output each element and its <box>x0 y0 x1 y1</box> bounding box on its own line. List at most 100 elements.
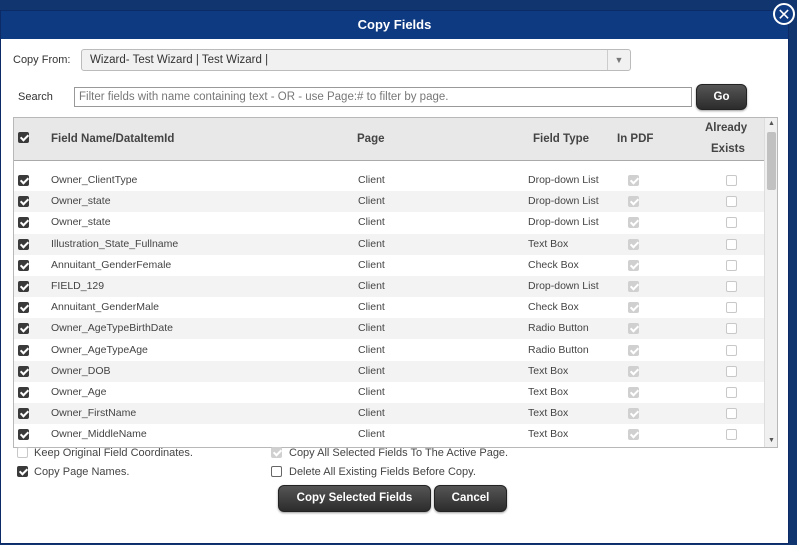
header-field-name[interactable]: Field Name/DataItemId <box>51 133 174 145</box>
row-already-exists-checkbox <box>726 196 737 208</box>
copy-to-active-label: Copy All Selected Fields To The Active P… <box>289 447 509 459</box>
table-scrollbar[interactable]: ▲ ▼ <box>764 118 777 447</box>
scroll-down-icon[interactable]: ▼ <box>765 435 777 447</box>
row-field-type: Text Box <box>528 428 569 441</box>
row-select-checkbox[interactable] <box>18 217 29 229</box>
header-in-pdf[interactable]: In PDF <box>617 133 653 145</box>
row-in-pdf-checkbox <box>628 408 639 420</box>
row-select-checkbox[interactable] <box>18 323 29 335</box>
row-field-name: FIELD_129 <box>51 280 105 292</box>
copy-from-select[interactable]: Wizard- Test Wizard | Test Wizard | ▼ <box>81 49 631 71</box>
row-field-type: Radio Button <box>528 343 589 356</box>
copy-from-value: Wizard- Test Wizard | Test Wizard | <box>90 54 269 66</box>
table-row[interactable]: Owner_AgeTypeBirthDate Client Radio Button <box>14 318 764 340</box>
row-select-checkbox[interactable] <box>18 238 29 250</box>
row-in-pdf-checkbox <box>628 175 639 186</box>
copy-fields-dialog: Copy Fields Copy From: Wizard- Test Wiza… <box>0 10 789 544</box>
table-row[interactable]: Owner_FirstName Client Text Box <box>14 403 764 425</box>
table-row[interactable]: Owner_AgeTypeAge Client Radio Button <box>14 340 764 361</box>
table-row[interactable]: Owner_state Client Drop-down List <box>14 191 764 213</box>
row-already-exists-checkbox <box>726 175 737 186</box>
row-page: Client <box>358 216 385 229</box>
row-page: Client <box>358 364 385 377</box>
row-field-type: Drop-down List <box>528 216 599 229</box>
table-row[interactable]: Owner_MiddleName Client Text Box <box>14 424 764 445</box>
row-select-checkbox[interactable] <box>18 408 29 420</box>
close-icon[interactable]: ✕ <box>773 3 795 25</box>
row-already-exists-checkbox <box>726 365 737 377</box>
row-field-type: Text Box <box>528 407 569 420</box>
fields-table: Field Name/DataItemId Page Field Type In… <box>13 117 778 448</box>
row-in-pdf-checkbox <box>628 302 639 314</box>
row-field-type: Radio Button <box>528 322 589 335</box>
keep-coords-label: Keep Original Field Coordinates. <box>34 447 193 459</box>
row-already-exists-checkbox <box>726 323 737 335</box>
table-row[interactable]: Owner_DOB Client Text Box <box>14 360 764 382</box>
copy-page-names-checkbox[interactable] <box>17 466 28 477</box>
row-in-pdf-checkbox <box>628 387 639 398</box>
row-in-pdf-checkbox <box>628 344 639 356</box>
copy-from-label: Copy From: <box>13 54 71 66</box>
row-field-type: Check Box <box>528 301 579 314</box>
row-select-checkbox[interactable] <box>18 259 29 271</box>
header-already-exists-line1[interactable]: Already <box>705 122 747 134</box>
go-button[interactable]: Go <box>696 84 747 110</box>
row-in-pdf-checkbox <box>628 429 639 441</box>
select-all-checkbox[interactable] <box>18 132 29 143</box>
row-field-type: Drop-down List <box>528 280 599 292</box>
table-row[interactable]: Owner_ClientType Client Drop-down List <box>14 170 764 191</box>
table-header: Field Name/DataItemId Page Field Type In… <box>14 118 764 161</box>
scroll-up-icon[interactable]: ▲ <box>765 118 777 130</box>
row-field-name: Owner_FirstName <box>51 407 137 420</box>
row-already-exists-checkbox <box>726 387 737 398</box>
row-select-checkbox[interactable] <box>18 302 29 314</box>
copy-page-names-label: Copy Page Names. <box>34 466 130 478</box>
row-already-exists-checkbox <box>726 344 737 356</box>
row-select-checkbox[interactable] <box>18 196 29 208</box>
delete-existing-checkbox[interactable] <box>271 466 282 477</box>
row-select-checkbox[interactable] <box>18 429 29 441</box>
row-select-checkbox[interactable] <box>18 365 29 377</box>
copy-to-active-checkbox[interactable] <box>271 447 282 458</box>
table-row[interactable]: Owner_Age Client Text Box <box>14 382 764 403</box>
row-field-name: Owner_MiddleName <box>51 428 147 441</box>
table-row[interactable]: Annuitant_GenderFemale Client Check Box <box>14 255 764 276</box>
row-select-checkbox[interactable] <box>18 281 29 292</box>
row-field-name: Owner_AgeTypeAge <box>51 343 148 356</box>
row-page: Client <box>358 258 385 271</box>
chevron-down-icon[interactable]: ▼ <box>607 50 630 70</box>
row-page: Client <box>358 280 385 292</box>
row-in-pdf-checkbox <box>628 217 639 229</box>
row-select-checkbox[interactable] <box>18 387 29 398</box>
table-row[interactable]: Owner_state Client Drop-down List <box>14 212 764 233</box>
header-field-type[interactable]: Field Type <box>533 133 589 145</box>
row-page: Client <box>358 301 385 314</box>
cancel-button[interactable]: Cancel <box>434 485 507 512</box>
row-field-type: Text Box <box>528 237 569 250</box>
row-select-checkbox[interactable] <box>18 344 29 356</box>
row-field-type: Check Box <box>528 258 579 271</box>
keep-coords-checkbox[interactable] <box>17 447 28 458</box>
search-input[interactable] <box>74 87 692 107</box>
row-select-checkbox[interactable] <box>18 175 29 186</box>
copy-selected-fields-button[interactable]: Copy Selected Fields <box>278 485 431 512</box>
header-already-exists-line2[interactable]: Exists <box>711 143 745 155</box>
table-row[interactable]: Annuitant_GenderMale Client Check Box <box>14 297 764 318</box>
row-field-name: Owner_ClientType <box>51 174 138 186</box>
table-row[interactable]: FIELD_129 Client Drop-down List <box>14 276 764 297</box>
scroll-thumb[interactable] <box>767 132 776 190</box>
row-in-pdf-checkbox <box>628 323 639 335</box>
row-field-name: Owner_AgeTypeBirthDate <box>51 322 173 335</box>
header-page[interactable]: Page <box>357 133 385 145</box>
row-field-type: Text Box <box>528 364 569 377</box>
row-in-pdf-checkbox <box>628 281 639 292</box>
row-page: Client <box>358 343 385 356</box>
row-already-exists-checkbox <box>726 217 737 229</box>
row-already-exists-checkbox <box>726 302 737 314</box>
row-field-name: Owner_state <box>51 216 111 229</box>
row-already-exists-checkbox <box>726 238 737 250</box>
row-field-type: Text Box <box>528 386 569 398</box>
row-in-pdf-checkbox <box>628 196 639 208</box>
row-in-pdf-checkbox <box>628 259 639 271</box>
table-row[interactable]: Illustration_State_Fullname Client Text Bo… <box>14 233 764 255</box>
